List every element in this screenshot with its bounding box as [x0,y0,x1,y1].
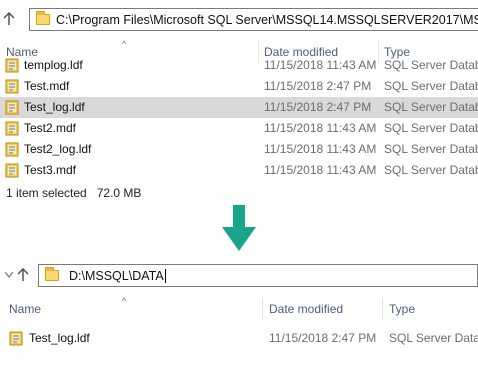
column-date-modified[interactable]: Date modified [269,298,343,320]
file-row[interactable]: templog.ldf 11/15/2018 11:43 AM SQL Server… [0,55,478,76]
file-date-modified: 11/15/2018 11:43 AM [264,163,377,177]
file-type: SQL Server Database [384,58,478,72]
selection-size: 72.0 MB [96,186,142,200]
address-bar[interactable]: C:\Program Files\Microsoft SQL Server\MS… [29,8,478,31]
sort-ascending-icon: ^ [122,296,127,306]
file-date-modified: 11/15/2018 2:47 PM [264,100,372,114]
file-type: SQL Server Database [384,142,478,156]
sql-database-file-icon [5,142,19,157]
arrow-up-icon [3,12,15,25]
file-type: SQL Server Database [384,79,478,93]
file-row[interactable]: Test_log.ldf 11/15/2018 2:47 PM SQL Server… [0,328,478,349]
source-explorer-window: C:\Program Files\Microsoft SQL Server\MS… [0,0,478,203]
address-path[interactable]: D:\MSSQL\DATA [69,269,164,283]
column-type[interactable]: Type [389,298,415,320]
selection-count: 1 item selected [6,186,87,200]
sql-database-file-icon [5,100,19,115]
address-path[interactable]: C:\Program Files\Microsoft SQL Server\MS… [56,13,478,27]
up-button[interactable] [0,9,18,29]
chevron-down-icon [5,272,13,278]
file-date-modified: 11/15/2018 11:43 AM [264,58,377,72]
sort-ascending-icon: ^ [122,39,127,49]
file-name: Test_log.ldf [29,331,90,345]
folder-icon [36,11,50,25]
file-name: Test2_log.ldf [24,142,92,156]
file-row[interactable]: Test_log.ldf 11/15/2018 2:47 PM SQL Server… [0,97,478,118]
file-date-modified: 11/15/2018 11:43 AM [264,142,377,156]
file-date-modified: 11/15/2018 11:43 AM [264,121,377,135]
file-name: Test3.mdf [24,163,77,177]
sql-database-file-icon [5,79,19,94]
up-button[interactable] [14,265,32,285]
address-bar[interactable]: D:\MSSQL\DATA [38,264,478,287]
column-name[interactable]: Name [9,298,41,320]
file-date-modified: 11/15/2018 2:47 PM [269,331,377,345]
file-type: SQL Server Database [384,163,478,177]
sql-database-file-icon [5,163,19,178]
file-name: templog.ldf [24,58,83,72]
arrow-down-icon [222,205,256,251]
file-name: Test2.mdf [24,121,77,135]
sql-database-file-icon [5,121,19,136]
sql-database-file-icon [9,331,23,346]
file-name: Test_log.ldf [24,100,85,114]
sql-database-file-icon [5,58,19,73]
folder-icon [45,267,59,281]
address-bar-row: D:\MSSQL\DATA [0,260,478,290]
file-date-modified: 11/15/2018 2:47 PM [264,79,372,93]
file-row[interactable]: Test.mdf 11/15/2018 2:47 PM SQL Server Dat… [0,76,478,97]
file-type: SQL Server Database [384,100,478,114]
column-divider[interactable] [262,298,263,320]
column-header: ^ Name Date modified Type [0,296,478,320]
file-row[interactable]: Test2_log.ldf 11/15/2018 11:43 AM SQL Serv… [0,139,478,160]
arrow-up-icon [17,268,29,281]
status-bar: 1 item selected 72.0 MB [6,186,141,200]
column-divider[interactable] [382,298,383,320]
file-row[interactable]: Test2.mdf 11/15/2018 11:43 AM SQL Server D… [0,118,478,139]
file-type: SQL Server Database [384,121,478,135]
text-cursor [164,268,166,283]
destination-explorer-window: D:\MSSQL\DATA ^ Name Date modified Type … [0,258,478,374]
file-name: Test.mdf [24,79,70,93]
file-type: SQL Server Database [389,331,478,345]
address-bar-row: C:\Program Files\Microsoft SQL Server\MS… [0,4,478,34]
file-row[interactable]: Test3.mdf 11/15/2018 11:43 AM SQL Server D… [0,160,478,181]
